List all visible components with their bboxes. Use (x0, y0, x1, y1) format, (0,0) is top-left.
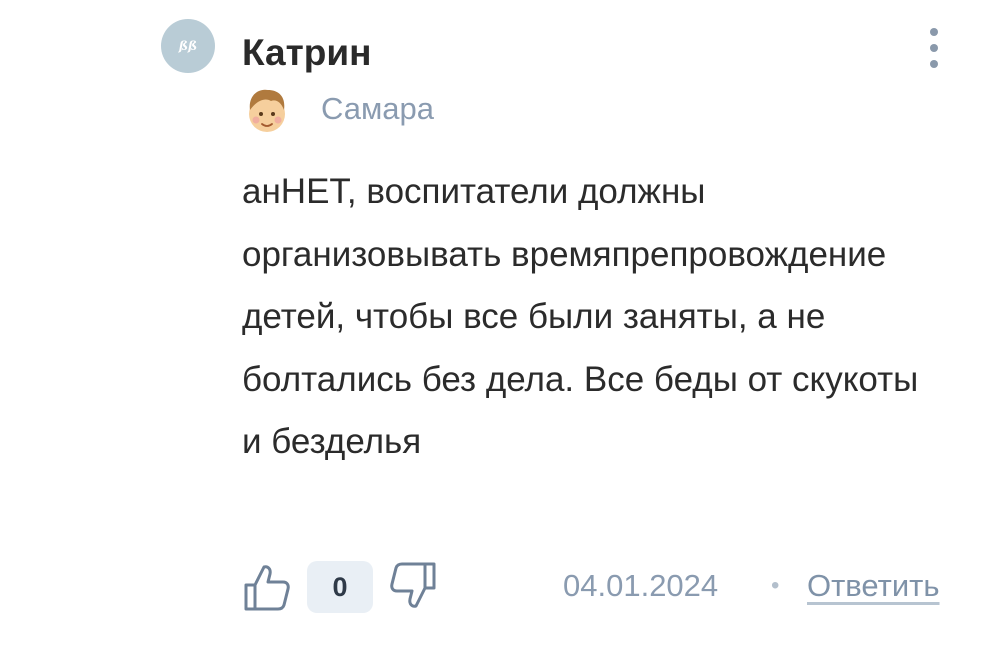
comment-footer: 0 04.01.2024 • Ответить (242, 556, 972, 616)
reply-link[interactable]: Ответить (807, 566, 940, 606)
thumbs-up-icon[interactable] (242, 561, 292, 613)
comment-text: анНЕТ, воспитатели должны организовывать… (242, 172, 919, 461)
author-name[interactable]: Катрин (242, 29, 371, 77)
more-vertical-icon (930, 28, 938, 36)
thumbs-down-icon[interactable] (388, 560, 438, 612)
more-vertical-icon-dot-2 (930, 44, 938, 52)
user-level-face-icon (249, 89, 285, 132)
comment-card: ßß Катрин Самара анНЕТ, воспитатели долж… (0, 0, 1000, 656)
more-menu-button[interactable] (914, 24, 954, 72)
avatar-logo-icon: ßß (178, 39, 197, 53)
more-vertical-icon-dot-3 (930, 60, 938, 68)
avatar[interactable]: ßß (161, 19, 215, 73)
comment-date: 04.01.2024 (563, 568, 719, 603)
svg-text:ßß: ßß (178, 39, 197, 53)
author-city: Самара (321, 91, 435, 126)
vote-score: 0 (307, 561, 373, 613)
footer-separator: • (771, 572, 780, 599)
